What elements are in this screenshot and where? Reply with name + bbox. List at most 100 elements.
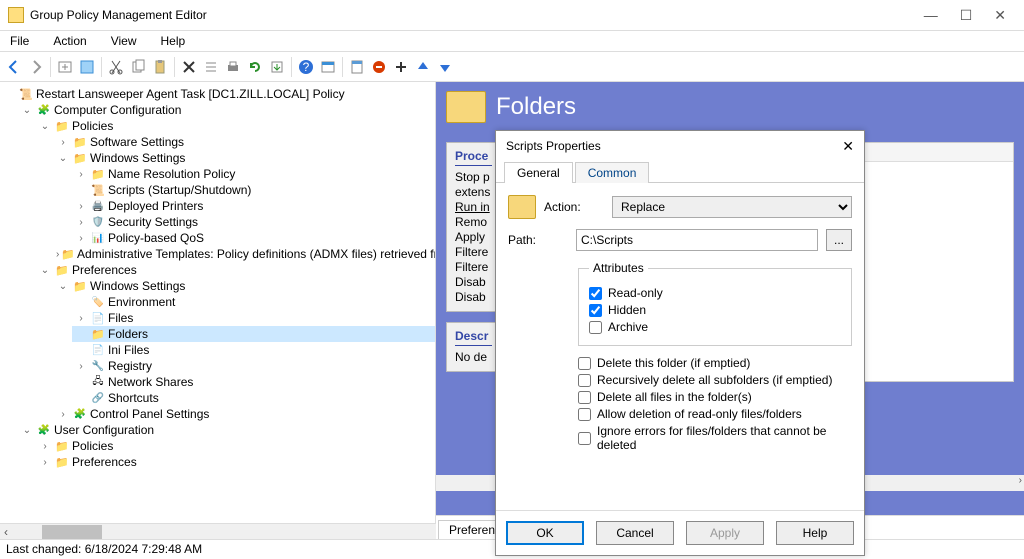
stop-button[interactable] [369, 57, 389, 77]
proc-line: Stop p [455, 170, 492, 185]
forward-button[interactable] [26, 57, 46, 77]
tree-ini-files[interactable]: Ini Files [108, 343, 149, 357]
tree-scripts[interactable]: Scripts (Startup/Shutdown) [108, 183, 251, 197]
maximize-button[interactable]: ☐ [960, 7, 973, 24]
allow-deletion-checkbox[interactable] [578, 408, 591, 421]
environment-icon [90, 295, 106, 309]
tree-windows-settings[interactable]: Windows Settings [90, 151, 185, 165]
tree-computer-config[interactable]: Computer Configuration [54, 103, 181, 117]
tree-folders[interactable]: Folders [108, 327, 148, 341]
proc-line: Filtere [455, 260, 492, 275]
tree-policy-qos[interactable]: Policy-based QoS [108, 231, 204, 245]
move-down-button[interactable] [435, 57, 455, 77]
tree-name-resolution[interactable]: Name Resolution Policy [108, 167, 235, 181]
tree-pane[interactable]: Restart Lansweeper Agent Task [DC1.ZILL.… [0, 82, 436, 539]
user-icon [36, 423, 52, 437]
folders-title: Folders [496, 93, 576, 121]
folders-icon [90, 327, 106, 341]
tab-common[interactable]: Common [575, 162, 650, 183]
minimize-button[interactable]: — [924, 7, 938, 24]
menubar: File Action View Help [0, 30, 1024, 52]
folder-icon [61, 247, 75, 261]
move-up-button[interactable] [413, 57, 433, 77]
back-button[interactable] [4, 57, 24, 77]
folder-icon [72, 135, 88, 149]
menu-view[interactable]: View [107, 32, 141, 50]
menu-help[interactable]: Help [157, 32, 190, 50]
folders-header: Folders [436, 82, 1024, 132]
cancel-button[interactable]: Cancel [596, 521, 674, 545]
copy-button[interactable] [128, 57, 148, 77]
folder-icon [90, 167, 106, 181]
tree-horizontal-scrollbar[interactable]: ‹ [0, 523, 436, 539]
tree-admin-templates[interactable]: Administrative Templates: Policy definit… [77, 247, 436, 261]
window-titlebar: Group Policy Management Editor — ☐ ✕ [0, 0, 1024, 30]
show-all-button[interactable] [77, 57, 97, 77]
folder-icon [72, 151, 88, 165]
tree-control-panel[interactable]: Control Panel Settings [90, 407, 209, 421]
ok-button[interactable]: OK [506, 521, 584, 545]
tree-shortcuts[interactable]: Shortcuts [108, 391, 159, 405]
delete-all-checkbox[interactable] [578, 391, 591, 404]
dialog-close-button[interactable]: ✕ [842, 138, 854, 155]
apply-button[interactable]: Apply [686, 521, 764, 545]
paste-button[interactable] [150, 57, 170, 77]
tree-policies[interactable]: Policies [72, 119, 113, 133]
tree-security-settings[interactable]: Security Settings [108, 215, 198, 229]
file-icon [90, 311, 106, 325]
tree-root[interactable]: Restart Lansweeper Agent Task [DC1.ZILL.… [36, 87, 345, 101]
scripts-properties-dialog: Scripts Properties ✕ General Common Acti… [495, 130, 865, 556]
folder-icon [54, 263, 70, 277]
readonly-checkbox[interactable] [589, 287, 602, 300]
path-input[interactable] [576, 229, 818, 251]
refresh-button[interactable] [245, 57, 265, 77]
delete-folder-checkbox[interactable] [578, 357, 591, 370]
tree-registry[interactable]: Registry [108, 359, 152, 373]
filter-button[interactable] [318, 57, 338, 77]
tree-preferences[interactable]: Preferences [72, 263, 137, 277]
tree-files[interactable]: Files [108, 311, 133, 325]
browse-button[interactable]: ... [826, 229, 852, 251]
new-item-button[interactable] [55, 57, 75, 77]
tab-general[interactable]: General [504, 162, 573, 183]
tree-deployed-printers[interactable]: Deployed Printers [108, 199, 203, 213]
menu-file[interactable]: File [6, 32, 33, 50]
registry-icon [90, 359, 106, 373]
delete-button[interactable] [179, 57, 199, 77]
ini-icon [90, 343, 106, 357]
menu-action[interactable]: Action [49, 32, 90, 50]
tree-user-preferences[interactable]: Preferences [72, 455, 137, 469]
tree-user-config[interactable]: User Configuration [54, 423, 154, 437]
policy-icon [18, 87, 34, 101]
proc-line: Disab [455, 275, 492, 290]
list-view-button[interactable] [201, 57, 221, 77]
processing-head: Proce [455, 149, 492, 166]
archive-checkbox[interactable] [589, 321, 602, 334]
proc-line: Apply [455, 230, 492, 245]
action-select[interactable]: Replace [612, 196, 852, 218]
tree-user-policies[interactable]: Policies [72, 439, 113, 453]
print-button[interactable] [223, 57, 243, 77]
folder-icon [72, 279, 88, 293]
readonly-label: Read-only [608, 286, 663, 300]
close-window-button[interactable]: ✕ [994, 7, 1006, 24]
hidden-checkbox[interactable] [589, 304, 602, 317]
properties-button[interactable] [347, 57, 367, 77]
recursive-delete-checkbox[interactable] [578, 374, 591, 387]
ignore-errors-checkbox[interactable] [578, 432, 591, 445]
help-icon[interactable]: ? [296, 57, 316, 77]
add-button[interactable] [391, 57, 411, 77]
tree-pref-windows-settings[interactable]: Windows Settings [90, 279, 185, 293]
cut-button[interactable] [106, 57, 126, 77]
folder-icon [54, 455, 70, 469]
help-button[interactable]: Help [776, 521, 854, 545]
tree-environment[interactable]: Environment [108, 295, 175, 309]
tree-software-settings[interactable]: Software Settings [90, 135, 184, 149]
export-button[interactable] [267, 57, 287, 77]
description-card: Descr No de [446, 322, 501, 372]
app-icon [8, 7, 24, 23]
window-title: Group Policy Management Editor [30, 8, 207, 22]
proc-line: Run in [455, 200, 492, 215]
toolbar: ? [0, 52, 1024, 82]
tree-network-shares[interactable]: Network Shares [108, 375, 193, 389]
